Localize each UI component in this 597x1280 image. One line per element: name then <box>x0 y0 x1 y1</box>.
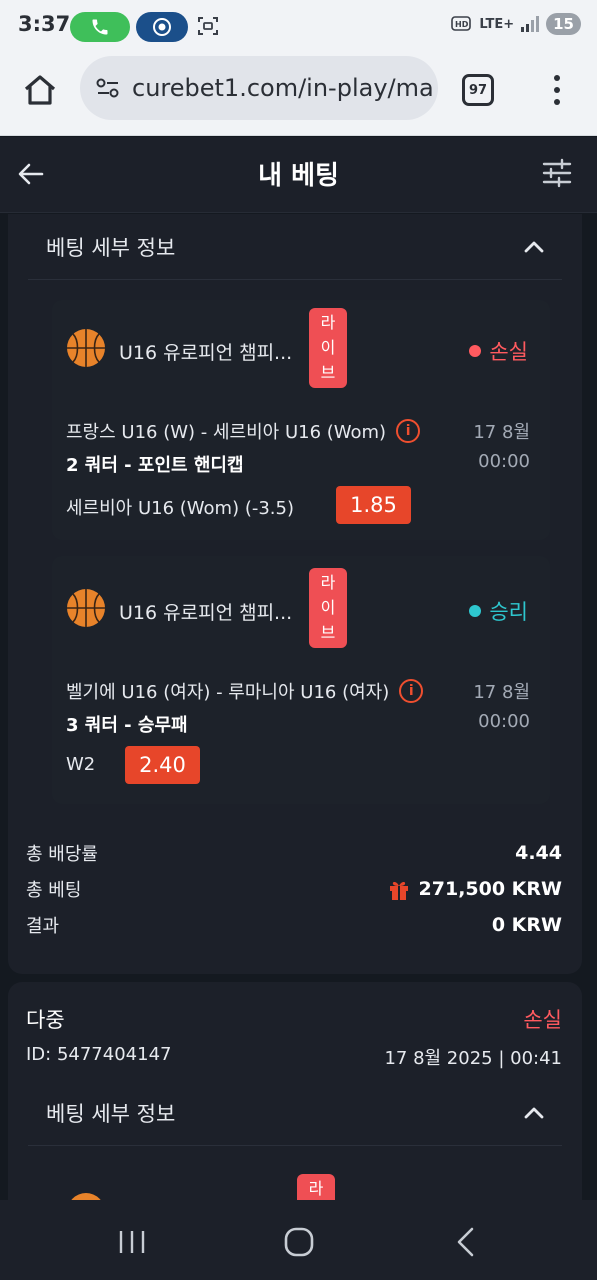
gift-icon <box>389 881 408 900</box>
back-nav-icon[interactable] <box>449 1224 485 1260</box>
result-row: 결과 0 KRW <box>26 910 562 940</box>
match-name-text: 프랑스 U16 (W) - 세르비아 U16 (Wom) <box>66 422 387 443</box>
total-stake-label: 총 베팅 <box>26 880 82 901</box>
system-nav-bar <box>0 1200 597 1280</box>
battery-indicator: 15 <box>546 13 581 35</box>
bet-leg: U16 유로피언 챔피... 라 이 브 손실 프랑스 U16 (W) - 세르… <box>52 300 550 540</box>
app-header: 내 베팅 <box>0 137 597 213</box>
live-badge-char: 브 <box>320 363 336 382</box>
svg-text:HD: HD <box>455 20 469 29</box>
bet-card: 베팅 세부 정보 U16 유로피언 챔피... 라 이 브 손실 프랑스 U16… <box>8 214 582 974</box>
match-name: 프랑스 U16 (W) - 세르비아 U16 (Wom) i <box>66 418 421 444</box>
bet-leg: U16 유로피언 챔피... 라 이 브 승리 벨기에 U16 (여자) - 루… <box>52 556 550 804</box>
odds-badge: 2.40 <box>125 746 200 784</box>
live-badge-char: 라 <box>320 573 336 592</box>
bet-id: ID: 5477404147 <box>26 1044 172 1065</box>
page-title: 내 베팅 <box>258 161 339 191</box>
bet-details-label: 베팅 세부 정보 <box>46 1101 176 1126</box>
live-badge: 라 이 브 <box>309 308 347 388</box>
home-nav-icon[interactable] <box>281 1224 317 1260</box>
match-date: 17 8월 <box>473 682 530 703</box>
status-bar: 3:37 HD LTE+ 15 <box>0 0 597 54</box>
record-icon <box>153 18 171 36</box>
live-badge-char: 브 <box>320 623 336 642</box>
bet-details-toggle[interactable]: 베팅 세부 정보 <box>28 1080 562 1146</box>
live-badge: 라 <box>297 1174 335 1202</box>
total-stake-value: 271,500 KRW <box>387 877 562 901</box>
total-stake-row: 총 베팅 271,500 KRW <box>26 874 562 904</box>
browser-toolbar: curebet1.com/in-play/ma 97 <box>0 54 597 136</box>
chevron-up-icon[interactable] <box>522 236 546 256</box>
total-odds-label: 총 배당률 <box>26 844 98 865</box>
market-name: 3 쿼터 - 승무패 <box>66 715 188 736</box>
result-value: 0 KRW <box>491 914 562 936</box>
league-name: U16 유로피언 챔피... <box>119 342 293 364</box>
match-name-text: 벨기에 U16 (여자) - 루마니아 U16 (여자) <box>66 682 390 703</box>
match-time: 00:00 <box>478 711 530 732</box>
address-bar[interactable]: curebet1.com/in-play/ma <box>80 56 438 120</box>
basketball-icon <box>67 329 105 367</box>
filter-icon[interactable] <box>541 157 573 189</box>
bet-card: 다중 손실 ID: 5477404147 17 8월 2025 | 00:41 … <box>8 982 582 1202</box>
total-odds-value: 4.44 <box>515 842 562 864</box>
selection-name: W2 <box>66 754 96 775</box>
match-time: 00:00 <box>478 451 530 472</box>
home-icon[interactable] <box>22 72 58 108</box>
status-time: 3:37 <box>18 12 71 36</box>
leg-status-text: 손실 <box>489 340 528 364</box>
url-text[interactable]: curebet1.com/in-play/ma <box>132 74 434 102</box>
recent-apps-icon[interactable] <box>114 1224 150 1260</box>
site-settings-icon[interactable] <box>94 74 122 102</box>
bet-status: 손실 <box>523 1008 562 1032</box>
leg-status: 손실 <box>469 336 528 366</box>
status-dot <box>469 345 482 357</box>
live-badge-char: 이 <box>320 338 336 357</box>
leg-status-text: 승리 <box>489 600 528 624</box>
market-name: 2 쿼터 - 포인트 핸디캡 <box>66 455 244 476</box>
bet-details-toggle[interactable]: 베팅 세부 정보 <box>28 214 562 280</box>
info-icon[interactable]: i <box>396 419 421 443</box>
match-date: 17 8월 <box>473 422 530 443</box>
total-stake-text: 271,500 KRW <box>418 878 562 900</box>
match-name: 벨기에 U16 (여자) - 루마니아 U16 (여자) i <box>66 678 424 704</box>
network-type: LTE+ <box>479 16 515 32</box>
selection-name: 세르비아 U16 (Wom) (-3.5) <box>66 498 294 519</box>
leg-status: 승리 <box>469 596 528 626</box>
info-icon[interactable]: i <box>399 679 424 703</box>
league-name: U16 유로피언 챔피... <box>119 602 293 624</box>
live-badge-char: 라 <box>308 1179 324 1198</box>
bet-type: 다중 <box>26 1008 65 1032</box>
live-badge: 라 이 브 <box>309 568 347 648</box>
call-indicator[interactable] <box>70 12 130 42</box>
hd-voice-icon: HD <box>451 16 472 31</box>
result-label: 결과 <box>26 916 60 937</box>
phone-icon <box>92 19 108 35</box>
screenshot-icon <box>198 17 218 35</box>
bet-details-label: 베팅 세부 정보 <box>46 235 176 260</box>
basketball-icon <box>67 589 105 627</box>
browser-menu-icon[interactable] <box>548 72 566 108</box>
live-badge-char: 이 <box>320 598 336 617</box>
status-icons: HD LTE+ 15 <box>451 13 581 35</box>
bet-date: 17 8월 2025 | 00:41 <box>384 1048 562 1069</box>
total-odds-row: 총 배당률 4.44 <box>26 838 562 868</box>
screen-record-indicator[interactable] <box>136 12 188 42</box>
status-dot <box>469 605 482 617</box>
chevron-up-icon[interactable] <box>522 1102 546 1122</box>
tab-switcher-button[interactable]: 97 <box>462 74 494 106</box>
odds-badge: 1.85 <box>336 486 411 524</box>
signal-icon <box>521 16 540 32</box>
tab-count: 97 <box>468 82 488 98</box>
live-badge-char: 라 <box>320 313 336 332</box>
